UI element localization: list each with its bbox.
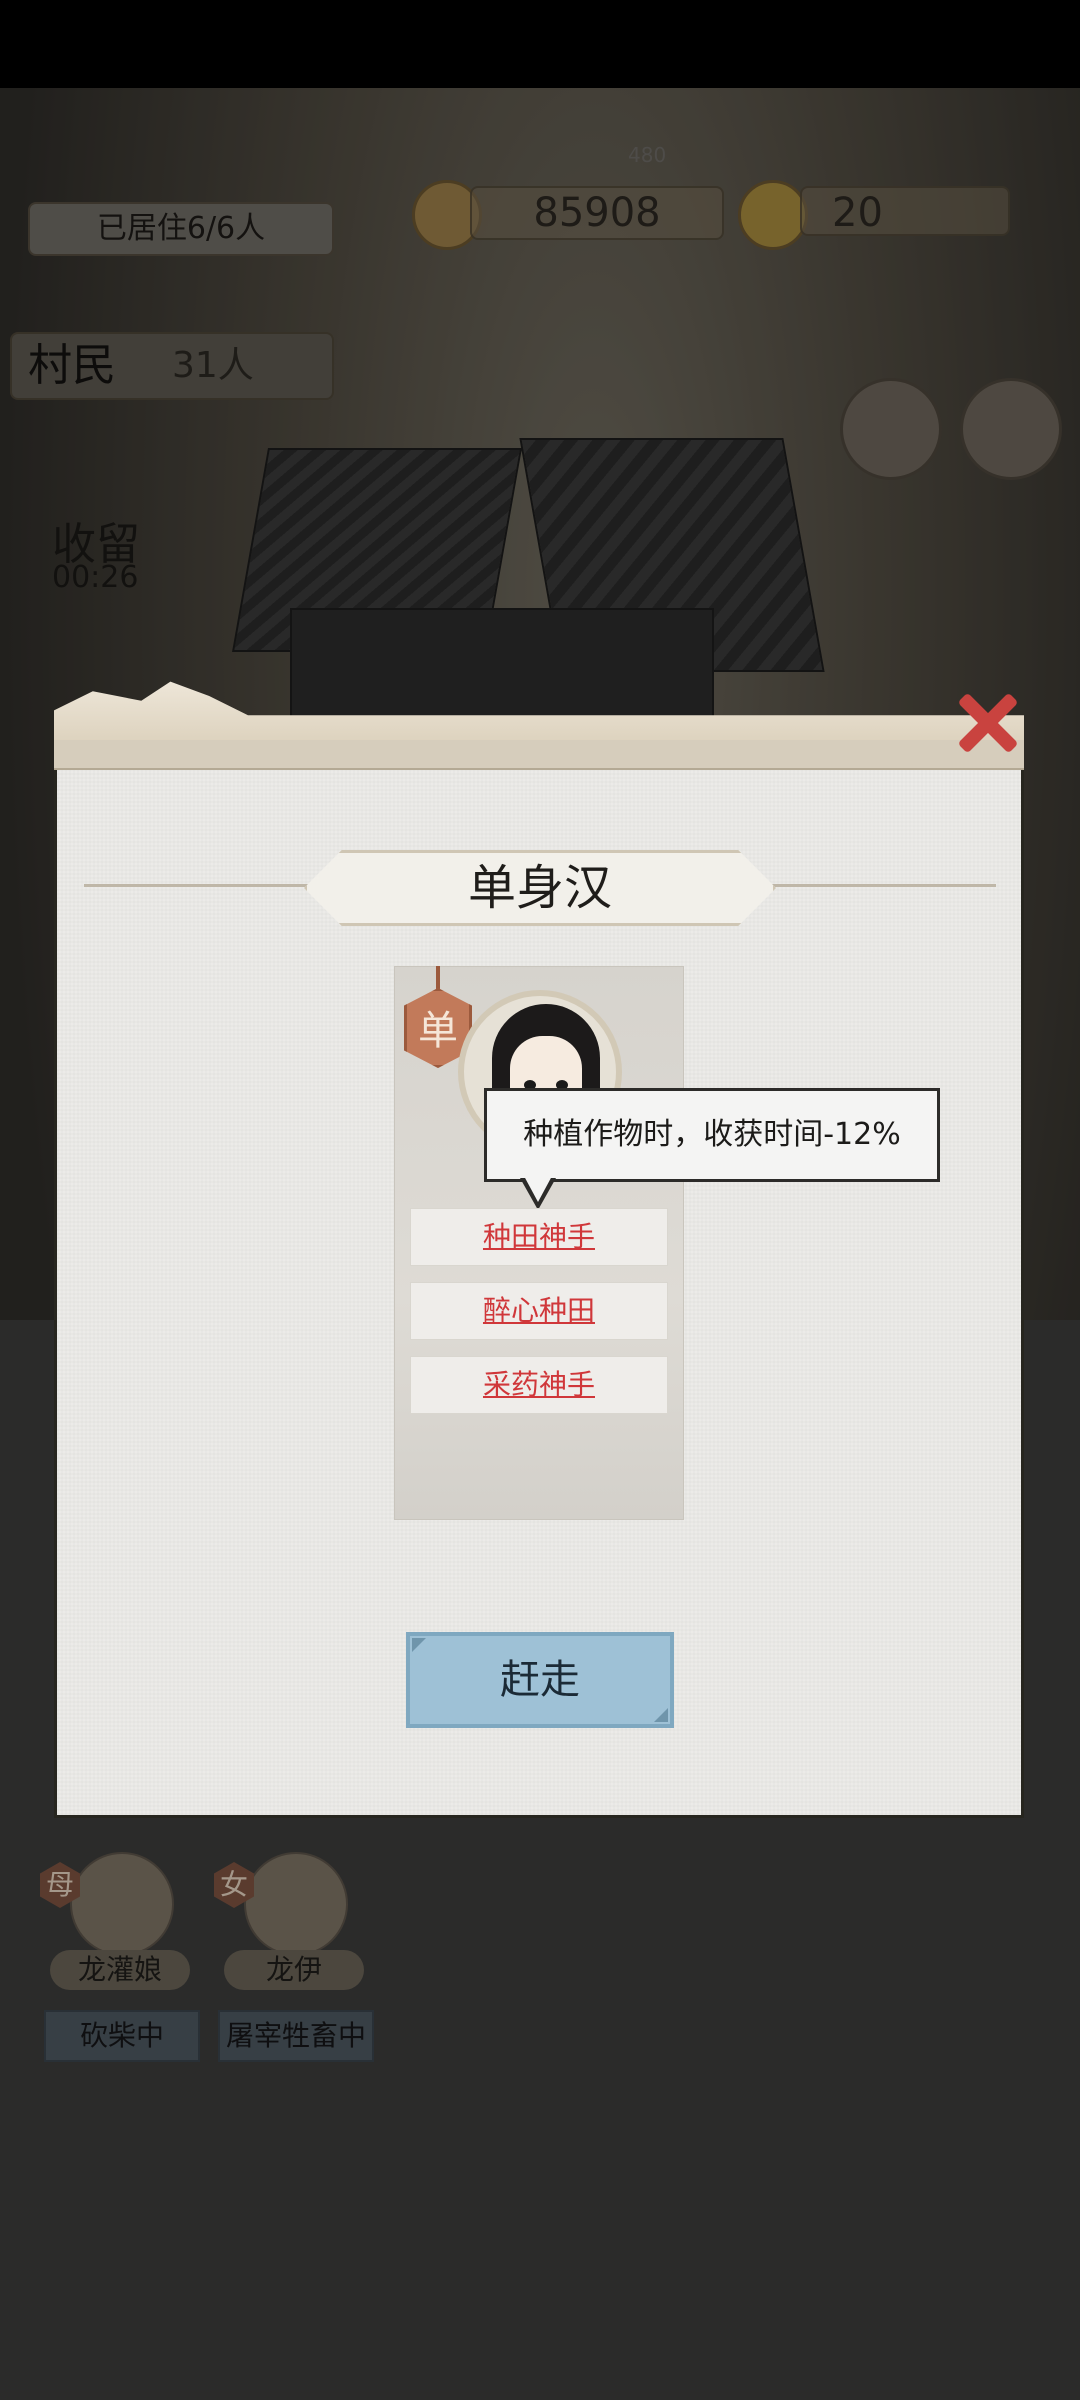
- trait-item[interactable]: 醉心种田: [410, 1282, 668, 1340]
- modal-header-strip: [54, 740, 1024, 770]
- modal-title: 单身汉: [467, 860, 612, 916]
- divider: [84, 884, 314, 887]
- close-button[interactable]: [948, 682, 1028, 762]
- trait-item[interactable]: 种田神手: [410, 1208, 668, 1266]
- game-screen: 已居住6/6人 480 85908 20 村民 31人 收留 00:26 母 龙…: [0, 0, 1080, 2400]
- expel-button-label: 赶走: [500, 1657, 580, 1703]
- divider: [766, 884, 996, 887]
- trait-item[interactable]: 采药神手: [410, 1356, 668, 1414]
- trait-tooltip: 种植作物时，收获时间-12%: [484, 1088, 940, 1182]
- expel-button[interactable]: 赶走: [406, 1632, 674, 1728]
